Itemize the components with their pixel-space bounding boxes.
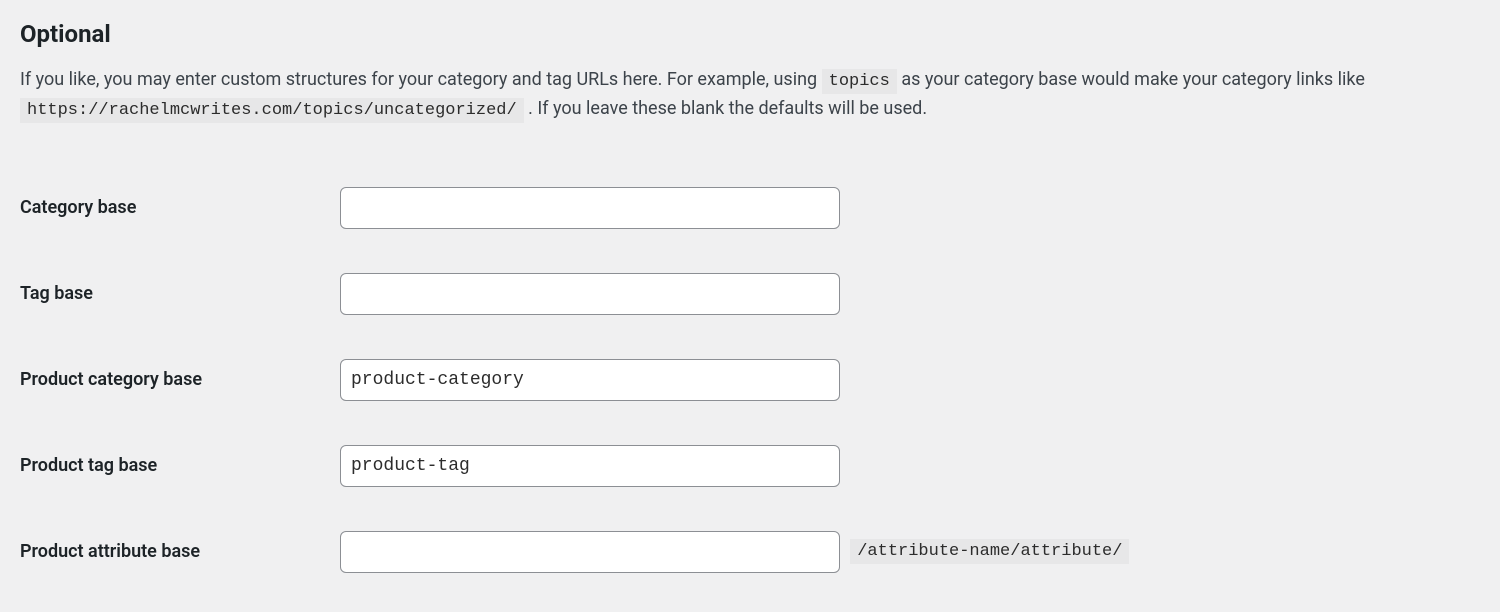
- input-product-attribute-base[interactable]: [340, 531, 840, 573]
- row-tag-base: Tag base: [20, 251, 1480, 337]
- input-tag-base[interactable]: [340, 273, 840, 315]
- label-product-attribute-base: Product attribute base: [20, 509, 340, 595]
- row-product-tag-base: Product tag base: [20, 423, 1480, 509]
- label-product-category-base: Product category base: [20, 337, 340, 423]
- section-title: Optional: [20, 20, 1480, 48]
- description-code-url: https://rachelmcwrites.com/topics/uncate…: [20, 98, 524, 123]
- description-text: . If you leave these blank the defaults …: [528, 98, 927, 119]
- description-text: as your category base would make your ca…: [901, 69, 1365, 90]
- label-tag-base: Tag base: [20, 251, 340, 337]
- input-product-tag-base[interactable]: [340, 445, 840, 487]
- section-description: If you like, you may enter custom struct…: [20, 66, 1480, 125]
- label-product-tag-base: Product tag base: [20, 423, 340, 509]
- row-product-category-base: Product category base: [20, 337, 1480, 423]
- description-code-topics: topics: [822, 69, 897, 94]
- description-text: If you like, you may enter custom struct…: [20, 69, 822, 90]
- input-product-category-base[interactable]: [340, 359, 840, 401]
- product-attribute-suffix: /attribute-name/attribute/: [850, 539, 1129, 564]
- permalink-optional-table: Category base Tag base Product category …: [20, 165, 1480, 595]
- label-category-base: Category base: [20, 165, 340, 251]
- row-product-attribute-base: Product attribute base /attribute-name/a…: [20, 509, 1480, 595]
- row-category-base: Category base: [20, 165, 1480, 251]
- input-category-base[interactable]: [340, 187, 840, 229]
